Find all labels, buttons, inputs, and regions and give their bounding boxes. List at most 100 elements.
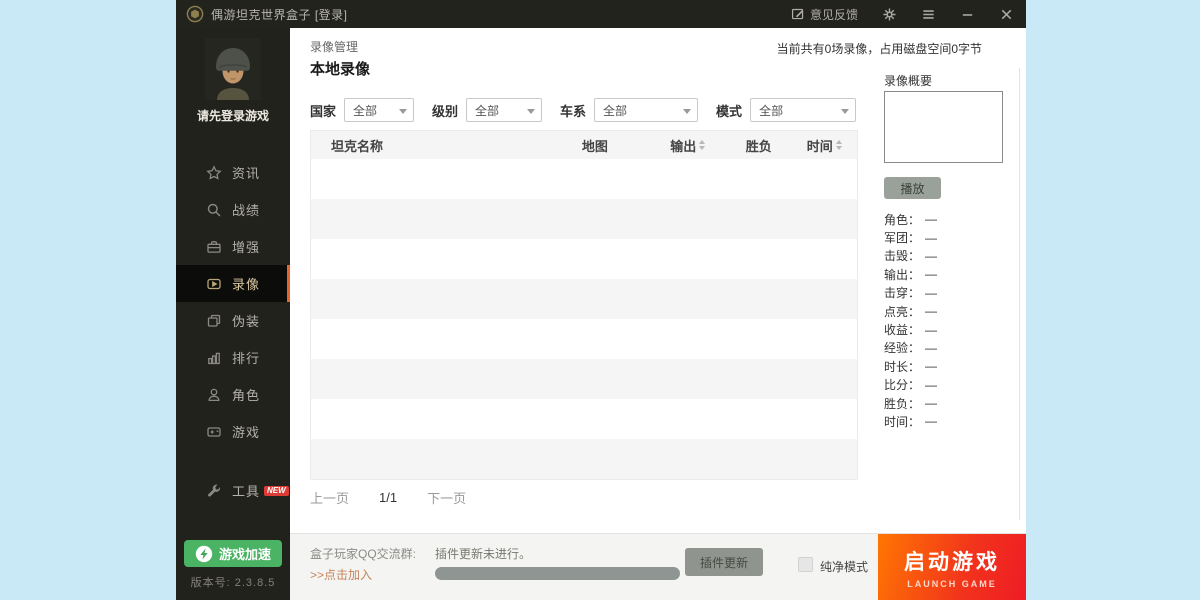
sidebar-item-label: 伪装 <box>232 314 261 329</box>
stat-label: 胜负： <box>884 396 921 411</box>
close-button[interactable] <box>999 7 1014 22</box>
bar-chart-icon <box>206 350 222 366</box>
column-label: 胜负 <box>745 138 772 154</box>
desktop-background: 偶游坦克世界盒子 [登录] 意见反馈 请先登录游戏 资讯 战绩 增强 录像 伪装… <box>0 0 1200 600</box>
table-row <box>311 159 857 199</box>
wrench-icon <box>206 483 222 499</box>
sidebar-item-battle-records[interactable]: 战绩 <box>176 191 290 228</box>
plugin-update-button[interactable]: 插件更新 <box>685 548 763 576</box>
login-hint: 请先登录游戏 <box>196 109 269 123</box>
next-page-button[interactable]: 下一页 <box>427 488 466 507</box>
column-tank-name: 坦克名称 <box>311 136 540 155</box>
table-row <box>311 239 857 279</box>
main-content: 录像管理 本地录像 当前共有0场录像，占用磁盘空间0字节 国家 全部 级别 全部 <box>290 28 1026 533</box>
mode-select[interactable]: 全部 <box>750 98 857 122</box>
prev-page-button[interactable]: 上一页 <box>310 488 349 507</box>
sidebar-item-news[interactable]: 资讯 <box>176 154 290 191</box>
play-button[interactable]: 播放 <box>884 177 941 199</box>
launch-game-button[interactable]: 启动游戏 LAUNCH GAME <box>878 534 1026 600</box>
titlebar-controls: 意见反馈 <box>791 6 1014 23</box>
stat-label: 军团： <box>884 231 921 246</box>
minimize-button[interactable] <box>960 7 975 22</box>
stat-value: — <box>925 322 938 337</box>
replay-summary-panel: 录像概要 播放 角色： — 军团： — 击毁： — 输出： — 击穿： — 点亮： — 收益… <box>884 72 1020 429</box>
titlebar: 偶游坦克世界盒子 [登录] 意见反馈 <box>176 0 1026 28</box>
plugin-status-text: 插件更新未进行。 <box>435 547 532 561</box>
launch-title: 启动游戏 <box>904 551 1000 574</box>
filter-label: 级别 <box>432 103 459 119</box>
table-row <box>311 359 857 399</box>
select-value: 全部 <box>475 103 500 118</box>
summary-stats: 角色： — 军团： — 击毁： — 输出： — 击穿： — 点亮： — 收益： — 经验： — … <box>884 210 1020 431</box>
filter-bar: 国家 全部 级别 全部 车系 全部 模式 全部 <box>310 98 874 122</box>
boost-label: 游戏加速 <box>218 547 271 562</box>
chevron-down-icon <box>841 109 850 114</box>
stat-label: 比分： <box>884 378 921 393</box>
boost-icon <box>195 545 213 563</box>
summary-title: 录像概要 <box>884 74 933 88</box>
sidebar-item-character[interactable]: 角色 <box>176 376 290 413</box>
settings-gear-icon[interactable] <box>882 7 897 22</box>
stat-experience: 经验： — <box>884 339 1020 357</box>
page-title: 本地录像 <box>310 61 371 78</box>
search-icon <box>206 202 222 218</box>
table-header: 坦克名称 地图 输出 胜负 时间 <box>311 131 857 159</box>
filter-label: 模式 <box>716 103 743 119</box>
stat-label: 收益： <box>884 323 921 338</box>
pure-mode-checkbox[interactable] <box>798 557 813 572</box>
sort-toggle-icon[interactable] <box>699 140 706 150</box>
stat-damage: 输出： — <box>884 265 1020 283</box>
filter-label: 国家 <box>310 103 337 119</box>
filter-tier: 级别 全部 <box>432 98 543 122</box>
storage-info: 当前共有0场录像，占用磁盘空间0字节 <box>776 42 982 56</box>
column-label: 时间 <box>806 138 833 154</box>
avatar[interactable] <box>205 38 261 100</box>
sidebar-item-games[interactable]: 游戏 <box>176 413 290 450</box>
select-value: 全部 <box>759 103 784 118</box>
game-boost-button[interactable]: 游戏加速 <box>184 540 282 567</box>
game-card-icon <box>206 424 222 440</box>
sidebar-item-tools[interactable]: 工具 NEW <box>176 472 290 509</box>
stat-label: 角色： <box>884 212 921 227</box>
star-icon <box>206 164 222 181</box>
chevron-down-icon <box>527 109 536 114</box>
edit-icon <box>791 7 805 21</box>
sidebar: 请先登录游戏 资讯 战绩 增强 录像 伪装 排行 角色 游戏 工具 NEW 游戏… <box>176 28 290 600</box>
stat-spots: 点亮： — <box>884 302 1020 320</box>
stat-value: — <box>925 396 938 411</box>
table-row <box>311 319 857 359</box>
stat-value: — <box>925 414 938 429</box>
sort-toggle-icon[interactable] <box>835 140 842 150</box>
vehicle-class-select[interactable]: 全部 <box>594 98 699 122</box>
country-select[interactable]: 全部 <box>344 98 415 122</box>
stat-label: 时长： <box>884 359 921 374</box>
app-title: 偶游坦克世界盒子 [登录] <box>211 7 348 22</box>
qq-join-link[interactable]: >>点击加入 <box>310 566 372 583</box>
sidebar-item-label: 资讯 <box>232 166 261 181</box>
stat-value: — <box>925 359 938 374</box>
feedback-button[interactable]: 意见反馈 <box>791 6 858 23</box>
sidebar-item-replays[interactable]: 录像 <box>176 265 290 302</box>
table-row <box>311 439 857 479</box>
stat-clan: 军团： — <box>884 228 1020 246</box>
pagination: 上一页 1/1 下一页 <box>310 488 466 507</box>
sidebar-item-label: 角色 <box>232 388 261 403</box>
tier-select[interactable]: 全部 <box>466 98 543 122</box>
stat-kills: 击毁： — <box>884 247 1020 265</box>
replays-table: 坦克名称 地图 输出 胜负 时间 <box>310 130 858 480</box>
sidebar-item-enhance[interactable]: 增强 <box>176 228 290 265</box>
sidebar-item-rankings[interactable]: 排行 <box>176 339 290 376</box>
table-body <box>311 159 857 479</box>
stat-value: — <box>925 340 938 355</box>
stat-character: 角色： — <box>884 210 1020 228</box>
stat-label: 击毁： <box>884 249 921 264</box>
stat-value: — <box>925 230 938 245</box>
menu-icon[interactable] <box>921 7 936 22</box>
app-window: 偶游坦克世界盒子 [登录] 意见反馈 请先登录游戏 资讯 战绩 增强 录像 伪装… <box>176 0 1026 600</box>
stat-value: — <box>925 285 938 300</box>
stat-value: — <box>925 267 938 282</box>
filter-label: 车系 <box>560 103 587 119</box>
sidebar-item-label: 战绩 <box>232 203 261 218</box>
qq-group-label: 盒子玩家QQ交流群: <box>310 547 417 561</box>
sidebar-item-camouflage[interactable]: 伪装 <box>176 302 290 339</box>
